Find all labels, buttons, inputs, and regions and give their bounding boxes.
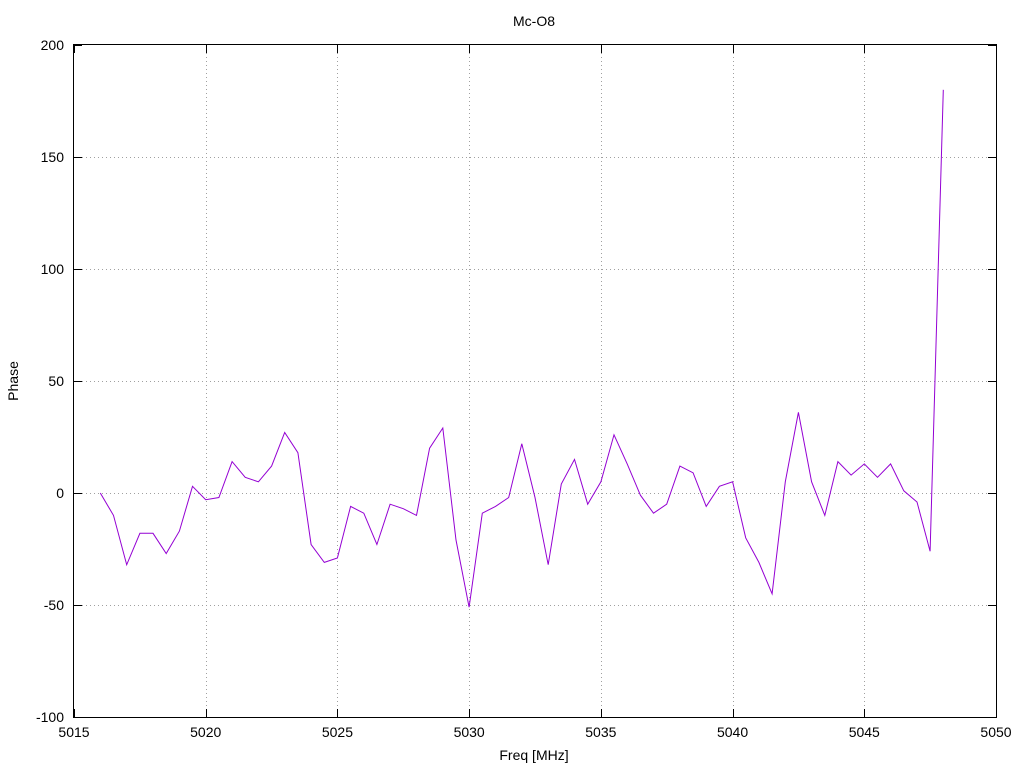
- x-tick-label: 5025: [322, 724, 353, 740]
- x-axis-label: Freq [MHz]: [499, 747, 568, 763]
- y-tick-label: -100: [36, 709, 64, 725]
- x-tick-label: 5035: [585, 724, 616, 740]
- x-tick-label: 5020: [190, 724, 221, 740]
- y-tick-label: 0: [56, 485, 64, 501]
- x-tick-label: 5030: [454, 724, 485, 740]
- x-tick-label: 5050: [980, 724, 1011, 740]
- y-tick-label: 200: [41, 37, 65, 53]
- y-axis-label: Phase: [5, 361, 21, 401]
- chart-background: [0, 0, 1024, 768]
- chart-title: Mc-O8: [513, 13, 555, 29]
- y-tick-label: -50: [44, 597, 64, 613]
- y-tick-label: 50: [48, 373, 64, 389]
- x-tick-label: 5045: [849, 724, 880, 740]
- y-tick-label: 150: [41, 149, 65, 165]
- x-tick-label: 5015: [58, 724, 89, 740]
- phase-chart: 5015 5020 5025 5030 5035 5040 5045 5050 -100 -50…: [0, 0, 1024, 768]
- y-tick-label: 100: [41, 261, 65, 277]
- x-tick-label: 5040: [717, 724, 748, 740]
